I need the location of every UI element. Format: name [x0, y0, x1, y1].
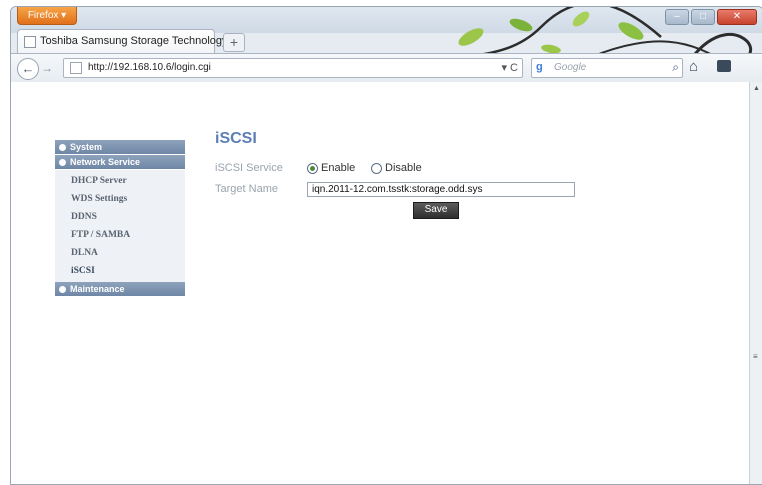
radio-selected-icon [307, 162, 318, 174]
sidebar-menu: System Network Service DHCP Server WDS S… [55, 140, 185, 297]
sidebar-item-dlna[interactable]: DLNA [55, 244, 185, 262]
search-bar[interactable]: g Google ⌕ [531, 58, 683, 78]
sidebar-item-dhcp-server[interactable]: DHCP Server [55, 172, 185, 190]
bullet-icon [59, 144, 66, 152]
addon-bar-icon[interactable] [717, 60, 731, 72]
reload-icon[interactable]: ▾ C [501, 61, 518, 74]
tab-title: Toshiba Samsung Storage Technology [40, 35, 228, 47]
bullet-icon [59, 286, 66, 294]
sidebar-item-iscsi[interactable]: iSCSI [55, 262, 185, 280]
save-button[interactable]: Save [413, 202, 459, 219]
window-controls: – □ ✕ [665, 9, 757, 25]
radio-unselected-icon [371, 162, 382, 174]
disable-label: Disable [385, 162, 422, 174]
new-tab-button[interactable]: + [223, 33, 245, 52]
site-identity-icon[interactable] [70, 62, 82, 74]
minimize-icon[interactable]: – [665, 9, 689, 25]
sidebar-section-label: System [70, 142, 103, 152]
maximize-icon[interactable]: □ [691, 9, 715, 25]
page-title: iSCSI [215, 130, 257, 147]
search-icon[interactable]: ⌕ [672, 60, 679, 75]
forward-button[interactable]: → [41, 61, 53, 75]
home-icon[interactable]: ⌂ [689, 58, 698, 75]
sidebar-item-wds-settings[interactable]: WDS Settings [55, 190, 185, 208]
sidebar-section-maintenance[interactable]: Maintenance [55, 282, 185, 297]
network-service-submenu: DHCP Server WDS Settings DDNS FTP / SAMB… [55, 170, 185, 282]
iscsi-service-label: iSCSI Service [215, 162, 283, 174]
disable-radio[interactable]: Disable [371, 162, 422, 174]
tab-active[interactable]: Toshiba Samsung Storage Technology [17, 29, 228, 53]
sidebar-item-ddns[interactable]: DDNS [55, 208, 185, 226]
browser-window: Firefox ▾ – □ ✕ Toshiba Samsung Storage … [10, 6, 762, 485]
bullet-icon [59, 159, 66, 167]
target-name-input[interactable] [307, 182, 575, 197]
scrollbar-grip-icon[interactable]: ≡ [753, 352, 759, 361]
firefox-menu-button[interactable]: Firefox ▾ [17, 7, 77, 25]
sidebar-section-label: Network Service [70, 157, 141, 167]
scroll-up-icon[interactable]: ▲ [753, 85, 760, 92]
sidebar-section-network-service[interactable]: Network Service [55, 155, 185, 170]
sidebar-section-system[interactable]: System [55, 140, 185, 155]
enable-label: Enable [321, 162, 356, 174]
vertical-scrollbar[interactable]: ▲ ≡ [749, 82, 762, 484]
sidebar-item-ftp-samba[interactable]: FTP / SAMBA [55, 226, 185, 244]
search-placeholder: Google [554, 62, 587, 73]
page-content: System Network Service DHCP Server WDS S… [11, 82, 749, 484]
target-name-label: Target Name [215, 183, 278, 195]
navigation-toolbar: ← → http://192.168.10.6/login.cgi ▾ C g … [11, 53, 762, 83]
close-icon[interactable]: ✕ [717, 9, 757, 25]
sidebar-section-label: Maintenance [70, 284, 125, 294]
search-engine-icon[interactable]: g [536, 61, 543, 73]
address-bar[interactable]: http://192.168.10.6/login.cgi ▾ C [63, 58, 523, 78]
back-button[interactable]: ← [17, 58, 39, 80]
page-favicon-icon [24, 36, 36, 48]
url-text: http://192.168.10.6/login.cgi [88, 62, 211, 73]
enable-radio[interactable]: Enable [307, 162, 355, 174]
main-panel: iSCSI iSCSI Service Enable Disable Targe… [215, 130, 575, 219]
